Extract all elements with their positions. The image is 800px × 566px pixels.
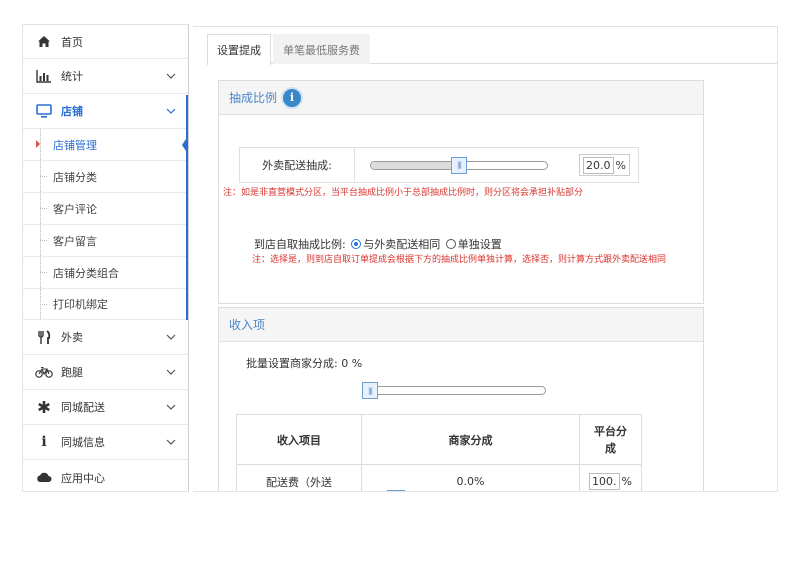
radio-separate[interactable] bbox=[445, 239, 456, 249]
info-icon[interactable]: i bbox=[283, 88, 302, 107]
delivery-commission-slider[interactable]: ||| bbox=[370, 156, 548, 174]
submenu-label: 客户评论 bbox=[53, 202, 97, 216]
panel-header: 收入项 bbox=[219, 308, 703, 342]
submenu-label: 打印机绑定 bbox=[53, 298, 108, 311]
sidebar-item-errand[interactable]: 跑腿 bbox=[23, 355, 188, 390]
sidebar-item-label: 首页 bbox=[61, 35, 83, 49]
batch-merchant-share-row: 批量设置商家分成: 0 % bbox=[246, 355, 362, 371]
sidebar-item-city-delivery[interactable]: 同城配送 bbox=[23, 390, 188, 425]
bicycle-icon bbox=[35, 363, 53, 381]
commission-note: 注：如是非直营模式分区，当平台抽成比例小于总部抽成比例时，则分区将会承担补贴部分 bbox=[223, 188, 584, 198]
chevron-down-icon bbox=[166, 108, 176, 114]
delivery-commission-input[interactable]: 20.0 % bbox=[579, 154, 630, 176]
chevron-down-icon bbox=[166, 334, 176, 340]
panel-header: 抽成比例 i bbox=[219, 81, 703, 115]
sidebar-item-label: 同城信息 bbox=[61, 436, 105, 449]
shop-submenu: 店铺管理 店铺分类 客户评论 客户留言 店铺分类组合 打印机绑定 bbox=[23, 129, 188, 320]
asterisk-icon bbox=[35, 398, 53, 416]
submenu-printer-binding[interactable]: 打印机绑定 bbox=[23, 289, 188, 320]
slider-handle[interactable]: ||| bbox=[451, 156, 467, 174]
main-content: 设置提成 单笔最低服务费 抽成比例 i 外卖配送抽成: ||| 20.0 % 注… bbox=[193, 26, 778, 492]
panel-title: 收入项 bbox=[229, 318, 266, 332]
submenu-shop-management[interactable]: 店铺管理 bbox=[23, 129, 188, 161]
platform-share-input[interactable]: 100. % bbox=[589, 472, 632, 492]
income-panel: 收入项 批量设置商家分成: 0 % ||| 收入项目 商家分成 平台分成 配送费… bbox=[218, 307, 704, 492]
batch-merchant-share-slider[interactable]: ||| bbox=[362, 382, 546, 399]
sidebar-item-takeout[interactable]: 外卖 bbox=[23, 320, 188, 355]
commission-panel: 抽成比例 i 外卖配送抽成: ||| 20.0 % 注：如是非直营模式分区，当平… bbox=[218, 80, 704, 304]
tab-min-service-fee[interactable]: 单笔最低服务费 bbox=[273, 34, 370, 64]
caret-right-icon bbox=[36, 140, 40, 148]
delivery-commission-row: 外卖配送抽成: ||| 20.0 % bbox=[239, 147, 639, 183]
income-table: 收入项目 商家分成 平台分成 配送费（外送 0.0% 100. % bbox=[236, 414, 642, 492]
panel-title: 抽成比例 bbox=[229, 91, 278, 105]
sidebar-item-label: 店铺 bbox=[61, 105, 83, 118]
bar-chart-icon bbox=[35, 67, 53, 85]
submenu-customer-reviews[interactable]: 客户评论 bbox=[23, 193, 188, 225]
radio-same-label: 与外卖配送相同 bbox=[363, 238, 441, 251]
submenu-category-combo[interactable]: 店铺分类组合 bbox=[23, 257, 188, 289]
cloud-icon bbox=[35, 469, 53, 487]
submenu-shop-category[interactable]: 店铺分类 bbox=[23, 161, 188, 193]
income-item-cell: 配送费（外送 bbox=[236, 464, 362, 491]
sidebar-item-shop[interactable]: 店铺 bbox=[23, 94, 188, 129]
platform-share-cell: 100. % bbox=[579, 464, 642, 492]
info-icon: i bbox=[41, 434, 47, 450]
pickup-note: 注：选择是，则到店自取订单提成会根据下方的抽成比例单独计算，选择否，则计算方式跟… bbox=[252, 255, 667, 265]
sidebar-item-label: 同城配送 bbox=[61, 401, 105, 414]
active-section-indicator bbox=[186, 95, 188, 320]
submenu-label: 店铺分类组合 bbox=[53, 266, 119, 280]
batch-label: 批量设置商家分成: bbox=[246, 357, 338, 370]
sidebar: 首页 统计 店铺 店铺管理 店铺分类 客户评论 客户留言 店铺分类组合 打印机绑… bbox=[22, 24, 189, 492]
sidebar-item-home[interactable]: 首页 bbox=[23, 25, 188, 59]
tab-commission-settings[interactable]: 设置提成 bbox=[207, 34, 271, 65]
column-header-merchant: 商家分成 bbox=[361, 414, 580, 465]
sidebar-item-city-info[interactable]: i 同城信息 bbox=[23, 425, 188, 460]
column-header-platform: 平台分成 bbox=[579, 414, 642, 465]
submenu-customer-messages[interactable]: 客户留言 bbox=[23, 225, 188, 257]
tab-bar: 设置提成 单笔最低服务费 bbox=[207, 34, 777, 65]
chevron-down-icon bbox=[166, 439, 176, 445]
sidebar-item-label: 跑腿 bbox=[61, 366, 83, 379]
batch-value: 0 % bbox=[341, 357, 363, 370]
chevron-down-icon bbox=[166, 369, 176, 375]
column-header-item: 收入项目 bbox=[236, 414, 362, 465]
percent-unit: % bbox=[615, 158, 626, 172]
fork-knife-icon bbox=[35, 328, 53, 346]
sidebar-item-stats[interactable]: 统计 bbox=[23, 59, 188, 94]
sidebar-item-label: 外卖 bbox=[61, 331, 83, 344]
monitor-icon bbox=[35, 102, 53, 120]
submenu-label: 店铺管理 bbox=[53, 138, 97, 152]
radio-same-as-delivery[interactable] bbox=[351, 239, 362, 249]
slider-handle[interactable]: ||| bbox=[362, 382, 378, 399]
slider-range bbox=[371, 161, 461, 169]
pickup-commission-row: 到店自取抽成比例: 与外卖配送相同 单独设置 bbox=[254, 236, 502, 252]
sidebar-item-label: 统计 bbox=[61, 70, 83, 83]
merchant-share-cell: 0.0% bbox=[361, 464, 580, 491]
table-row: 配送费（外送 0.0% 100. % bbox=[236, 464, 642, 492]
slider-handle[interactable] bbox=[387, 490, 405, 491]
radio-separate-label: 单独设置 bbox=[457, 238, 502, 251]
delivery-commission-label: 外卖配送抽成: bbox=[240, 148, 355, 182]
sidebar-item-label: 应用中心 bbox=[61, 471, 105, 485]
chevron-down-icon bbox=[166, 73, 176, 79]
pickup-commission-label: 到店自取抽成比例: bbox=[254, 238, 346, 251]
chevron-down-icon bbox=[166, 404, 176, 410]
sidebar-item-app-center[interactable]: 应用中心 bbox=[23, 460, 188, 491]
submenu-label: 店铺分类 bbox=[53, 170, 97, 184]
delivery-commission-value[interactable]: 20.0 bbox=[583, 156, 614, 174]
submenu-label: 客户留言 bbox=[53, 234, 97, 248]
home-icon bbox=[35, 33, 53, 51]
